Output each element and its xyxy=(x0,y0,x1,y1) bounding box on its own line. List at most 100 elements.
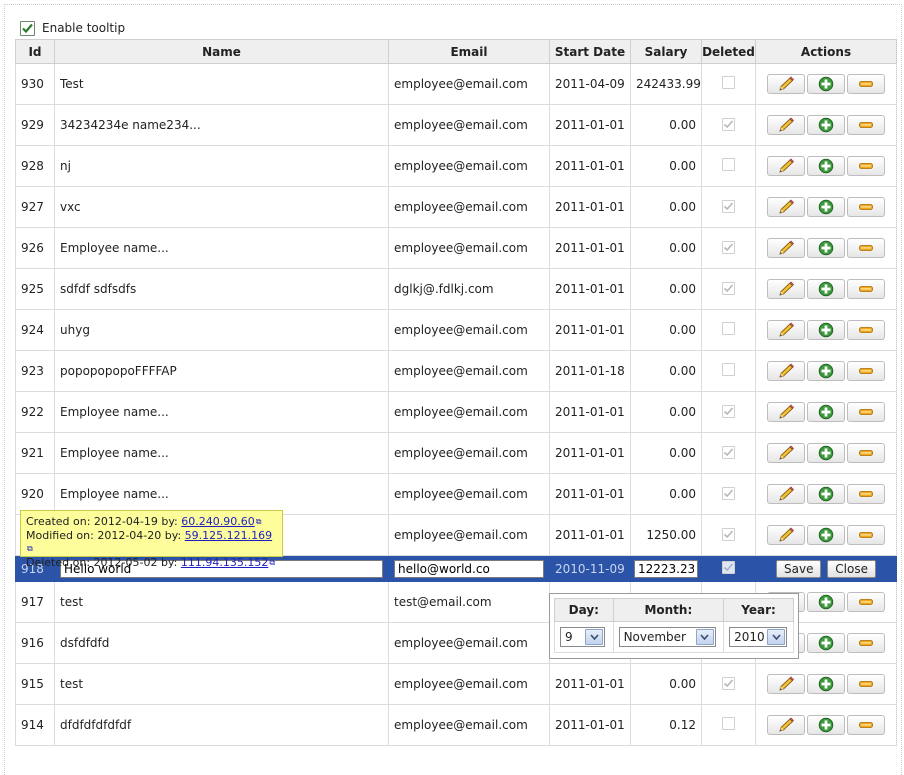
delete-button[interactable] xyxy=(847,74,885,94)
cell-salary: 0.00 xyxy=(630,350,702,392)
table-row[interactable]: 926 Employee name... employee@email.com 201… xyxy=(15,227,897,269)
edit-button[interactable] xyxy=(767,115,805,135)
deleted-checkbox[interactable] xyxy=(722,158,735,171)
edit-button[interactable] xyxy=(767,197,805,217)
col-header-id[interactable]: Id xyxy=(15,39,55,64)
edit-salary-input[interactable] xyxy=(634,559,698,578)
add-button[interactable] xyxy=(807,674,845,694)
delete-button[interactable] xyxy=(847,633,885,653)
table-row[interactable]: 923 popopopopoFFFFAP employee@email.com 201… xyxy=(15,350,897,392)
delete-button[interactable] xyxy=(847,115,885,135)
delete-button[interactable] xyxy=(847,715,885,735)
table-row[interactable]: 921 Employee name... employee@email.com 201… xyxy=(15,432,897,474)
tooltip-toggle[interactable]: Enable tooltip xyxy=(20,18,125,38)
deleted-checkbox[interactable] xyxy=(722,404,735,418)
delete-button[interactable] xyxy=(847,320,885,340)
month-select[interactable]: November xyxy=(618,627,716,647)
cell-actions xyxy=(755,104,897,146)
table-row[interactable]: 928 nj employee@email.com 2011-01-01 0.00 xyxy=(15,145,897,187)
add-button[interactable] xyxy=(807,592,845,612)
col-header-name[interactable]: Name xyxy=(54,39,389,64)
add-button[interactable] xyxy=(807,484,845,504)
add-button[interactable] xyxy=(807,74,845,94)
add-button[interactable] xyxy=(807,402,845,422)
day-select[interactable]: 9 xyxy=(560,627,605,647)
deleted-checkbox[interactable] xyxy=(722,363,735,376)
delete-button[interactable] xyxy=(847,238,885,258)
delete-button[interactable] xyxy=(847,279,885,299)
delete-button[interactable] xyxy=(847,361,885,381)
table-row[interactable]: 920 Employee name... employee@email.com 201… xyxy=(15,473,897,515)
modified-ip-link[interactable]: 59.125.121.169 xyxy=(185,529,272,542)
deleted-checkbox[interactable] xyxy=(722,199,735,213)
deleted-ip-link[interactable]: 111.94.135.152 xyxy=(181,556,268,569)
delete-button[interactable] xyxy=(847,484,885,504)
table-row[interactable]: 914 dfdfdfdfdfdf employee@email.com 2011-01… xyxy=(15,704,897,746)
deleted-checkbox[interactable] xyxy=(722,240,735,254)
deleted-checkbox[interactable] xyxy=(722,676,735,690)
edit-button[interactable] xyxy=(767,484,805,504)
deleted-checkbox[interactable] xyxy=(722,486,735,500)
delete-button[interactable] xyxy=(847,674,885,694)
edit-start-date-cell[interactable]: 2010-11-09 xyxy=(549,555,631,582)
add-button[interactable] xyxy=(807,238,845,258)
edit-button[interactable] xyxy=(767,320,805,340)
add-button[interactable] xyxy=(807,361,845,381)
table-row[interactable]: 922 Employee name... employee@email.com 201… xyxy=(15,391,897,433)
deleted-checkbox[interactable] xyxy=(722,76,735,89)
edit-button[interactable] xyxy=(767,361,805,381)
add-button[interactable] xyxy=(807,115,845,135)
deleted-checkbox[interactable] xyxy=(722,281,735,295)
col-header-start-date[interactable]: Start Date xyxy=(549,39,631,64)
table-row[interactable]: 915 test employee@email.com 2011-01-01 0.00 xyxy=(15,663,897,705)
edit-button[interactable] xyxy=(767,402,805,422)
table-row[interactable]: 927 vxc employee@email.com 2011-01-01 0.00 xyxy=(15,186,897,228)
save-button[interactable]: Save xyxy=(776,559,822,578)
table-row[interactable]: 925 sdfdf sdfsdfs dglkj@.fdlkj.com 2011-01-… xyxy=(15,268,897,310)
delete-button[interactable] xyxy=(847,197,885,217)
year-select[interactable]: 2010 xyxy=(729,627,788,647)
deleted-checkbox[interactable] xyxy=(722,117,735,131)
plus-icon xyxy=(818,527,834,543)
col-header-salary[interactable]: Salary xyxy=(630,39,702,64)
delete-button[interactable] xyxy=(847,156,885,176)
delete-button[interactable] xyxy=(847,525,885,545)
edit-button[interactable] xyxy=(767,156,805,176)
cell-deleted xyxy=(701,227,756,269)
cell-start-date: 2011-04-09 xyxy=(549,63,631,105)
add-button[interactable] xyxy=(807,715,845,735)
enable-tooltip-checkbox[interactable] xyxy=(20,20,35,36)
delete-button[interactable] xyxy=(847,443,885,463)
close-button[interactable]: Close xyxy=(827,559,876,578)
add-button[interactable] xyxy=(807,197,845,217)
deleted-checkbox[interactable] xyxy=(722,445,735,459)
add-button[interactable] xyxy=(807,633,845,653)
add-button[interactable] xyxy=(807,320,845,340)
deleted-checkbox[interactable] xyxy=(722,717,735,730)
table-row[interactable]: 924 uhyg employee@email.com 2011-01-01 0.00 xyxy=(15,309,897,351)
cell-email: employee@email.com xyxy=(388,473,550,515)
add-button[interactable] xyxy=(807,525,845,545)
edit-button[interactable] xyxy=(767,715,805,735)
delete-button[interactable] xyxy=(847,592,885,612)
edit-button[interactable] xyxy=(767,443,805,463)
edit-button[interactable] xyxy=(767,74,805,94)
checkmark-icon xyxy=(723,119,734,128)
add-button[interactable] xyxy=(807,279,845,299)
edit-button[interactable] xyxy=(767,525,805,545)
table-row[interactable]: 930 Test employee@email.com 2011-04-09 24243… xyxy=(15,63,897,105)
col-header-email[interactable]: Email xyxy=(388,39,550,64)
delete-button[interactable] xyxy=(847,402,885,422)
edit-button[interactable] xyxy=(767,238,805,258)
add-button[interactable] xyxy=(807,443,845,463)
col-header-deleted[interactable]: Deleted xyxy=(701,39,756,64)
table-row[interactable]: 929 34234234e name234... employee@email.co… xyxy=(15,104,897,146)
created-ip-link[interactable]: 60.240.90.60 xyxy=(181,515,254,528)
edit-button[interactable] xyxy=(767,674,805,694)
edit-deleted-checkbox[interactable] xyxy=(722,561,735,574)
deleted-checkbox[interactable] xyxy=(722,322,735,335)
add-button[interactable] xyxy=(807,156,845,176)
edit-button[interactable] xyxy=(767,279,805,299)
edit-email-input[interactable] xyxy=(394,559,544,578)
deleted-checkbox[interactable] xyxy=(722,527,735,541)
